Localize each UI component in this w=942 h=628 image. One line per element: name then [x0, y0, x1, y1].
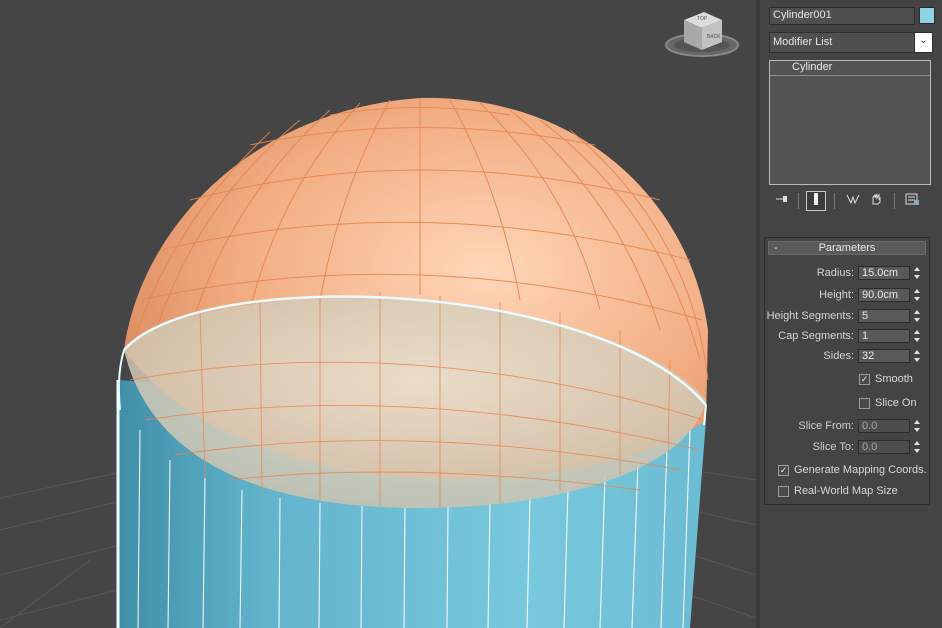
viewcube-face-top: TOP [697, 16, 708, 22]
modifier-stack[interactable]: Cylinder [769, 60, 931, 185]
height-label: Height: [819, 289, 854, 301]
viewcube[interactable]: BACK TOP [665, 12, 739, 57]
height-segments-label: Height Segments: [766, 310, 854, 322]
height-spinner[interactable] [913, 288, 922, 302]
make-unique-icon[interactable] [843, 192, 863, 210]
real-world-map-checkbox[interactable] [778, 486, 789, 497]
sides-field[interactable]: 32 [858, 349, 910, 363]
perspective-viewport[interactable]: BACK TOP [0, 0, 756, 628]
smooth-checkbox[interactable]: ✓ [859, 374, 870, 385]
modifier-list-dropdown[interactable]: Modifier List [769, 32, 915, 53]
smooth-label: Smooth [875, 373, 913, 385]
height-segments-spinner[interactable] [913, 309, 922, 323]
radius-spinner[interactable] [913, 266, 922, 280]
parameters-rollout-header[interactable]: - Parameters [768, 241, 926, 255]
cap-segments-spinner[interactable] [913, 329, 922, 343]
slice-from-field[interactable]: 0.0 [858, 419, 910, 433]
stack-item-cylinder[interactable]: Cylinder [770, 61, 930, 76]
slice-on-label: Slice On [875, 397, 917, 409]
viewcube-face-back: BACK [707, 34, 721, 40]
real-world-map-label: Real-World Map Size [794, 485, 898, 497]
show-end-result-icon[interactable] [806, 191, 826, 211]
pin-stack-icon[interactable] [772, 192, 792, 210]
sides-label: Sides: [823, 350, 854, 362]
remove-modifier-icon[interactable] [866, 192, 886, 210]
slice-to-label: Slice To: [812, 441, 854, 453]
collapse-icon[interactable]: - [774, 242, 778, 254]
height-segments-field[interactable]: 5 [858, 309, 910, 323]
cap-segments-field[interactable]: 1 [858, 329, 910, 343]
generate-mapping-label: Generate Mapping Coords. [794, 464, 927, 476]
radius-label: Radius: [816, 267, 854, 279]
slice-on-checkbox[interactable] [859, 398, 870, 409]
height-field[interactable]: 90.0cm [858, 288, 910, 302]
chevron-down-icon[interactable]: ⌄ [914, 32, 933, 53]
parameters-title: Parameters [818, 242, 876, 254]
slice-to-field[interactable]: 0.0 [858, 440, 910, 454]
slice-from-label: Slice From: [798, 420, 854, 432]
configure-modifier-sets-icon[interactable] [902, 192, 922, 210]
object-color-swatch[interactable] [919, 7, 935, 24]
cap-segments-label: Cap Segments: [778, 330, 854, 342]
slice-from-spinner[interactable] [913, 419, 922, 433]
object-name-field[interactable]: Cylinder001 [769, 7, 915, 25]
slice-to-spinner[interactable] [913, 440, 922, 454]
generate-mapping-checkbox[interactable]: ✓ [778, 465, 789, 476]
sides-spinner[interactable] [913, 349, 922, 363]
viewport-scene[interactable]: BACK TOP [0, 0, 756, 628]
radius-field[interactable]: 15.0cm [858, 266, 910, 280]
